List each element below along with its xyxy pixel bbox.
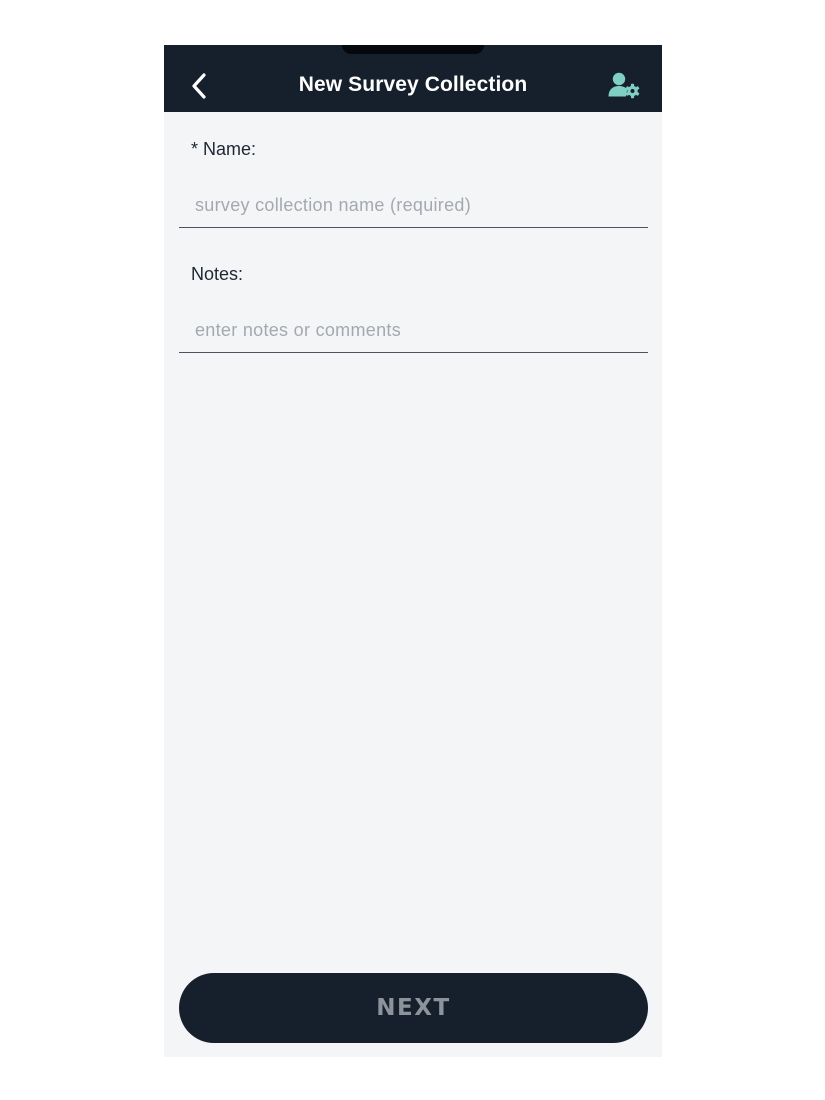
notes-input[interactable] [179,309,648,353]
top-bar: New Survey Collection [164,45,662,112]
user-gear-icon [608,72,640,99]
user-settings-button[interactable] [608,72,642,100]
device-notch [342,45,484,54]
page-title: New Survey Collection [298,73,528,96]
next-button[interactable]: NEXT [179,973,648,1043]
notes-label: Notes: [191,264,244,284]
chevron-left-icon [192,73,206,99]
app-screen: New Survey Collection * Name: survey col… [164,45,662,1057]
back-button[interactable] [184,71,214,101]
name-label: * Name: [191,139,257,159]
name-input[interactable] [179,184,648,228]
